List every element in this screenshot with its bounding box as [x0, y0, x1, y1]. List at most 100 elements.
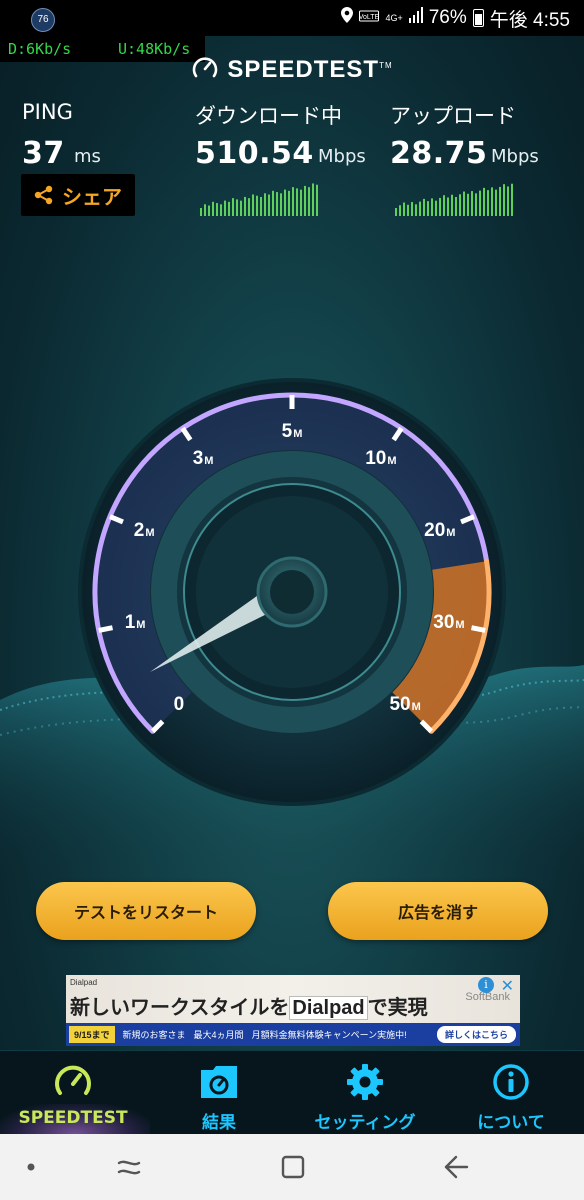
graph-bar [276, 192, 278, 216]
gauge-tick-number: 1 [124, 612, 136, 634]
remove-ads-button[interactable]: 広告を消す [328, 882, 548, 940]
graph-bar [224, 200, 226, 216]
ad-headline-pre: 新しいワークスタイルを [70, 997, 290, 1019]
battery-percent: 76% [428, 7, 467, 28]
upload-label: アップロード [390, 104, 516, 128]
graph-bar [419, 201, 421, 216]
gauge-tick-unit: M [204, 454, 214, 467]
gauge-tick-unit: M [455, 619, 465, 632]
nav-results-label: 結果 [202, 1113, 236, 1133]
ad-campaign-strip: 9/15まで 新規のお客さま 最大4ヵ月間 月額料金無料体験キャンペーン実施中!… [66, 1023, 520, 1046]
speedometer-icon [53, 1062, 93, 1102]
graph-bar [475, 193, 477, 216]
graph-bar [431, 198, 433, 216]
network-4g-icon: 4G+ [385, 12, 403, 23]
ping-label: PING [22, 100, 73, 124]
gauge-tick-number: 2 [133, 519, 145, 541]
nav-about[interactable]: について [438, 1050, 584, 1134]
graph-bar [403, 202, 405, 216]
app-logo: SPEEDTESTTM [0, 54, 584, 84]
graph-bar [272, 190, 274, 216]
graph-bar [212, 201, 214, 216]
upload-graph [395, 183, 513, 216]
gauge-tick-number: 20 [424, 519, 446, 541]
ad-line-1: 新規のお客さま [122, 1030, 186, 1040]
notification-badge: 76 [31, 8, 55, 32]
nav-settings[interactable]: セッティング [292, 1050, 438, 1134]
recent-apps-icon[interactable] [115, 1155, 143, 1179]
graph-bar [232, 198, 234, 216]
clock: 午後 4:55 [489, 9, 570, 31]
nav-about-label: について [477, 1113, 545, 1133]
graph-bar [439, 197, 441, 216]
ad-headline-post: で実現 [367, 997, 428, 1019]
share-button[interactable]: シェア [21, 174, 135, 216]
battery-icon [472, 9, 484, 27]
graph-bar [200, 208, 202, 216]
graph-bar [459, 194, 461, 216]
graph-bar [236, 199, 238, 216]
graph-bar [507, 186, 509, 216]
signal-icon [408, 7, 423, 29]
gauge-tick-unit: M [136, 619, 146, 632]
graph-bar [491, 187, 493, 216]
settings-gear-icon [345, 1062, 385, 1102]
graph-bar [487, 190, 489, 216]
gauge-tick-label: 2M [134, 520, 155, 542]
nav-dot-icon[interactable] [26, 1162, 36, 1172]
graph-bar [483, 187, 485, 216]
gauge-tick-label: 5M [282, 421, 303, 443]
ad-cta-button[interactable]: 詳しくはこちら [436, 1026, 516, 1043]
graph-bar [316, 184, 318, 216]
graph-bar [395, 208, 397, 216]
gauge-tick-label: 30M [433, 612, 464, 634]
graph-bar [264, 193, 266, 216]
graph-bar [304, 185, 306, 216]
gauge-tick-label: 10M [365, 448, 396, 470]
home-icon[interactable] [280, 1154, 306, 1180]
trademark: TM [379, 61, 393, 70]
location-icon [341, 7, 354, 29]
nav-speedtest[interactable]: SPEEDTEST [0, 1050, 146, 1134]
graph-bar [284, 189, 286, 216]
download-label: ダウンロード中 [195, 104, 342, 128]
graph-bar [463, 191, 465, 216]
gauge-tick-unit: M [293, 428, 303, 440]
gauge-tick-mark [470, 625, 486, 633]
gauge-tick-label: 50M [389, 694, 420, 716]
ad-headline-brand: Dialpad [289, 996, 368, 1020]
graph-bar [499, 186, 501, 216]
nav-results[interactable]: 結果 [146, 1050, 292, 1134]
svg-text:VoLTE: VoLTE [359, 14, 379, 21]
speedometer-logo-icon [193, 57, 218, 78]
speed-gauge: 0 1M 2M 3M 5M 10M 20M 30M 50M [72, 372, 512, 812]
graph-bar [260, 197, 262, 216]
graph-bar [399, 205, 401, 216]
graph-bar [479, 190, 481, 216]
gauge-tick-label: 3M [193, 448, 214, 470]
gauge-tick-mark [98, 625, 114, 633]
graph-bar [292, 187, 294, 216]
system-navigation-bar [0, 1134, 584, 1200]
ad-banner[interactable]: Dialpad 新しいワークスタイルを Dialpad で実現 SoftBank i… [66, 975, 520, 1046]
ad-info-icon[interactable]: i [478, 977, 494, 993]
graph-bar [204, 204, 206, 216]
status-icons: VoLTE 4G+ 76% 午後 4:55 [341, 6, 570, 31]
ad-close-icon[interactable]: ✕ [501, 976, 514, 995]
gauge-tick-unit: M [387, 454, 397, 467]
ad-date: 9/15まで [69, 1026, 115, 1043]
graph-bar [411, 202, 413, 216]
gauge-tick-label: 20M [424, 520, 455, 542]
gauge-tick-unit: M [145, 526, 155, 539]
restart-test-button[interactable]: テストをリスタート [36, 882, 256, 940]
logo-text: SPEEDTEST [227, 56, 380, 83]
graph-bar [415, 204, 417, 216]
ad-brand: Dialpad [70, 978, 98, 987]
back-icon[interactable] [440, 1153, 470, 1181]
nav-speedtest-label: SPEEDTEST [18, 1108, 128, 1128]
gauge-tick-label: 1M [125, 612, 146, 634]
gauge-tick-unit: M [411, 701, 421, 714]
graph-bar [467, 193, 469, 216]
graph-bar [248, 198, 250, 216]
gauge-tick-number: 5 [281, 421, 293, 442]
